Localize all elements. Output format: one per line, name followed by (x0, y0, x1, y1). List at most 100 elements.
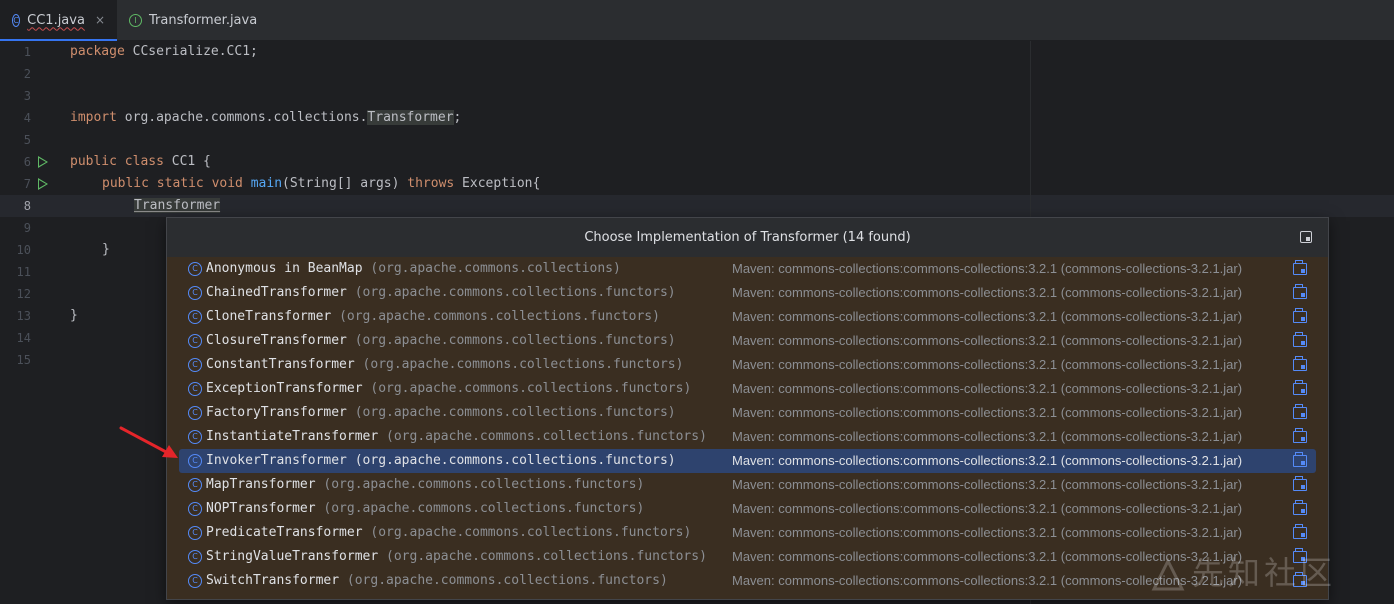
run-main-icon[interactable] (38, 178, 48, 190)
code-text: (String[] args) (282, 176, 408, 191)
choose-implementation-popup: Choose Implementation of Transformer (14… (166, 217, 1329, 600)
closing-brace: } (70, 308, 78, 323)
open-in-window-icon[interactable] (1300, 231, 1312, 243)
code-line: import org.apache.commons.collections.Tr… (70, 107, 461, 129)
code-line: } (102, 239, 110, 261)
list-item[interactable]: C FactoryTransformer (org.apache.commons.… (179, 401, 1316, 425)
list-item[interactable]: C Anonymous in BeanMap (org.apache.common… (179, 257, 1316, 281)
package-name: (org.apache.commons.collections.functors… (354, 333, 676, 348)
package-name: (org.apache.commons.collections.functors… (386, 549, 707, 564)
package-name: (org.apache.commons.collections.functors… (323, 477, 645, 492)
list-item[interactable]: C ConstantTransformer (org.apache.commons… (179, 353, 1316, 377)
class-name: SwitchTransformer (206, 573, 340, 588)
package-name: (org.apache.commons.collections.functors… (370, 381, 692, 396)
run-class-icon[interactable] (38, 156, 48, 168)
class-icon: C (188, 382, 202, 396)
class-name: ConstantTransformer (206, 357, 355, 372)
class-icon: C (188, 406, 202, 420)
line-gutter: 1 2 3 4 5 6 7 8 9 10 11 12 13 14 15 (0, 41, 66, 604)
class-name: InvokerTransformer (206, 453, 347, 468)
code-line: } (70, 305, 78, 327)
list-item[interactable]: C StringValueTransformer (org.apache.comm… (179, 545, 1316, 569)
code-line: public class CC1 { (70, 151, 211, 173)
class-icon: C (188, 454, 202, 468)
class-name: PredicateTransformer (206, 525, 363, 540)
class-icon: C (188, 478, 202, 492)
class-name: MapTransformer (206, 477, 316, 492)
keyword: public class (70, 154, 164, 169)
class-icon: C (188, 502, 202, 516)
list-item[interactable]: C ExceptionTransformer (org.apache.common… (179, 377, 1316, 401)
library-name: Maven: commons-collections:commons-colle… (732, 333, 1243, 348)
code-text: Exception{ (454, 176, 541, 191)
library-name: Maven: commons-collections:commons-colle… (732, 429, 1243, 444)
package-name: (org.apache.commons.collections.functors… (339, 309, 660, 324)
list-item[interactable]: C ChainedTransformer (org.apache.commons.… (179, 281, 1316, 305)
list-item[interactable]: C ClosureTransformer (org.apache.commons.… (179, 329, 1316, 353)
line-number: 15 (16, 353, 31, 367)
library-name: Maven: commons-collections:commons-colle… (732, 357, 1243, 372)
library-name: Maven: commons-collections:commons-colle… (732, 285, 1243, 300)
watermark: 先知社区 (1150, 548, 1336, 594)
package-name: (org.apache.commons.collections.functors… (362, 357, 684, 372)
line-number: 1 (23, 45, 31, 59)
interface-icon: I (129, 13, 142, 27)
line-number: 9 (23, 221, 31, 235)
class-name: NOPTransformer (206, 501, 316, 516)
keyword: public static void (102, 176, 243, 191)
jar-library-icon (1293, 308, 1307, 323)
package-name: (org.apache.commons.collections.functors… (354, 453, 676, 468)
keyword: import (70, 110, 117, 125)
jar-library-icon (1293, 332, 1307, 347)
line-number: 4 (23, 111, 31, 125)
class-icon: C (188, 334, 202, 348)
package-name: (org.apache.commons.collections.functors… (323, 501, 645, 516)
package-name: (org.apache.commons.collections.functors… (354, 285, 676, 300)
list-item[interactable]: C InstantiateTransformer (org.apache.comm… (179, 425, 1316, 449)
popup-header: Choose Implementation of Transformer (14… (167, 218, 1328, 257)
jar-library-icon (1293, 260, 1307, 275)
close-icon[interactable]: × (95, 13, 105, 27)
library-name: Maven: commons-collections:commons-colle… (732, 477, 1243, 492)
line-number: 13 (16, 309, 31, 323)
class-name: ExceptionTransformer (206, 381, 363, 396)
closing-brace: } (102, 242, 110, 257)
library-name: Maven: commons-collections:commons-colle… (732, 525, 1243, 540)
line-number: 7 (23, 177, 31, 191)
code-text: CC1 { (163, 154, 211, 169)
keyword: package (70, 44, 125, 59)
class-name: ChainedTransformer (206, 285, 347, 300)
class-name: Anonymous in BeanMap (206, 261, 363, 276)
jar-library-icon (1293, 476, 1307, 491)
highlighted-identifier[interactable]: Transformer (367, 110, 454, 125)
library-name: Maven: commons-collections:commons-colle… (732, 261, 1243, 276)
jar-library-icon (1293, 452, 1307, 467)
library-name: Maven: commons-collections:commons-colle… (732, 381, 1243, 396)
code-line: package CCserialize.CC1; (70, 41, 258, 63)
class-icon: C (188, 574, 202, 588)
package-name: (org.apache.commons.collections.functors… (370, 525, 692, 540)
class-name: InstantiateTransformer (206, 429, 379, 444)
list-item-selected[interactable]: C InvokerTransformer (org.apache.commons.… (179, 449, 1316, 473)
list-item[interactable]: C NOPTransformer (org.apache.commons.coll… (179, 497, 1316, 521)
line-number: 8 (23, 199, 31, 213)
caret-identifier[interactable]: Transformer (134, 198, 221, 213)
list-item[interactable]: C MapTransformer (org.apache.commons.coll… (179, 473, 1316, 497)
package-name: (org.apache.commons.collections) (370, 261, 621, 276)
tab-transformer-java[interactable]: I Transformer.java (117, 0, 285, 40)
class-icon: C (188, 550, 202, 564)
list-item[interactable]: C SwitchTransformer (org.apache.commons.c… (179, 569, 1316, 593)
list-item[interactable]: C PredicateTransformer (org.apache.common… (179, 521, 1316, 545)
tab-cc1-java[interactable]: C CC1.java × (0, 0, 117, 41)
jar-library-icon (1293, 428, 1307, 443)
class-name: CloneTransformer (206, 309, 332, 324)
package-name: (org.apache.commons.collections.functors… (354, 405, 676, 420)
popup-title: Choose Implementation of Transformer (14… (584, 230, 911, 245)
tab-label: CC1.java (27, 12, 85, 28)
class-icon: C (188, 286, 202, 300)
class-icon: C (188, 358, 202, 372)
line-number: 2 (23, 67, 31, 81)
package-name: (org.apache.commons.collections.functors… (346, 573, 668, 588)
watermark-logo-icon (1151, 557, 1185, 591)
list-item[interactable]: C CloneTransformer (org.apache.commons.co… (179, 305, 1316, 329)
